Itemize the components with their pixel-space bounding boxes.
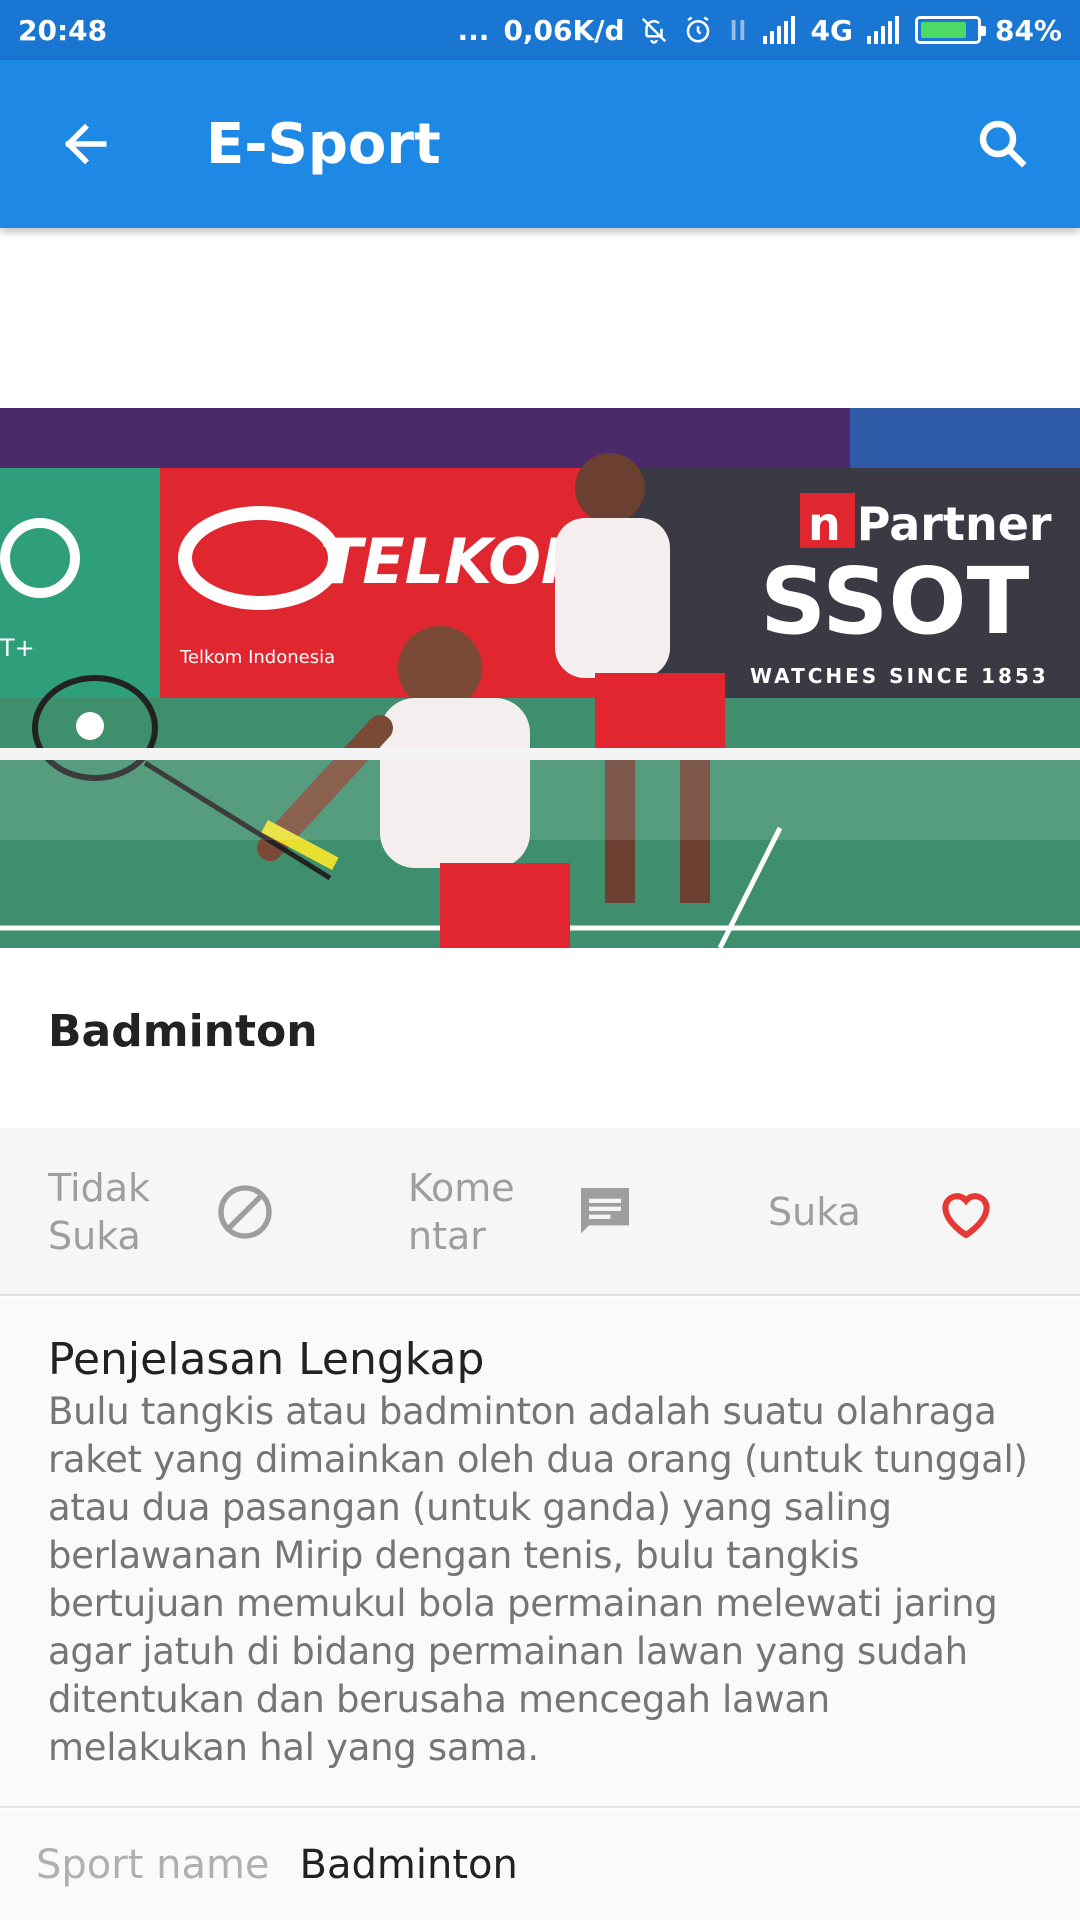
status-icons: ... 0,06K/d 4G 84% — [458, 14, 1062, 47]
item-title: Badminton — [48, 1006, 318, 1057]
sport-name-row: Sport name Badminton — [0, 1810, 1080, 1920]
like-button[interactable]: Suka — [768, 1128, 990, 1296]
search-button[interactable] — [948, 89, 1058, 199]
banner-tissot: SSOT — [760, 548, 1030, 655]
battery-percent: 84% — [994, 13, 1062, 47]
description-section: Penjelasan Lengkap Bulu tangkis atau bad… — [0, 1298, 1080, 1808]
banner-telkom-indonesia: Telkom Indonesia — [179, 647, 335, 668]
comment-button[interactable]: Kome ntar — [408, 1128, 629, 1296]
badminton-photo: T+ TELKOMS Telkom Indonesia n Partner SS… — [0, 408, 1080, 948]
data-icon — [731, 20, 744, 40]
alarm-icon — [686, 16, 709, 43]
network-speed: 0,06K/d — [503, 13, 625, 47]
banner-watches: WATCHES SINCE 1853 — [750, 664, 1049, 688]
signal-icon — [762, 16, 795, 44]
comment-icon — [581, 1188, 629, 1234]
arrow-back-icon — [64, 123, 107, 165]
dislike-button[interactable]: Tidak Suka — [48, 1128, 272, 1296]
description-heading: Penjelasan Lengkap — [48, 1334, 485, 1385]
comment-label: Kome ntar — [408, 1166, 515, 1258]
status-dots: ... — [457, 13, 490, 47]
dislike-label: Tidak Suka — [48, 1166, 151, 1258]
status-time: 20:48 — [18, 13, 108, 47]
signal-icon-2 — [866, 16, 899, 44]
network-type: 4G — [810, 13, 853, 47]
battery-fill — [920, 22, 967, 38]
description-body: Bulu tangkis atau badminton adalah suatu… — [48, 1390, 1028, 1769]
mute-icon — [641, 17, 666, 44]
action-bar: Tidak Suka Kome ntar Suka — [0, 1128, 1080, 1296]
status-bar: 20:48 ... 0,06K/d 4G 84% — [0, 0, 1080, 60]
back-button[interactable] — [30, 89, 140, 199]
sport-name-value: Badminton — [299, 1842, 518, 1888]
battery-icon — [914, 16, 986, 44]
block-icon — [218, 1185, 272, 1239]
page-title: E-Sport — [206, 111, 441, 177]
sport-name-label: Sport name — [36, 1842, 270, 1888]
app-bar: E-Sport — [0, 60, 1080, 228]
heart-outline-icon — [942, 1193, 990, 1239]
hero-image: T+ TELKOMS Telkom Indonesia n Partner SS… — [0, 408, 1080, 948]
banner-partner: T+ — [0, 634, 35, 662]
like-label: Suka — [768, 1190, 861, 1234]
banner-tplus: n Partner — [808, 497, 1052, 551]
search-icon — [979, 120, 1027, 168]
